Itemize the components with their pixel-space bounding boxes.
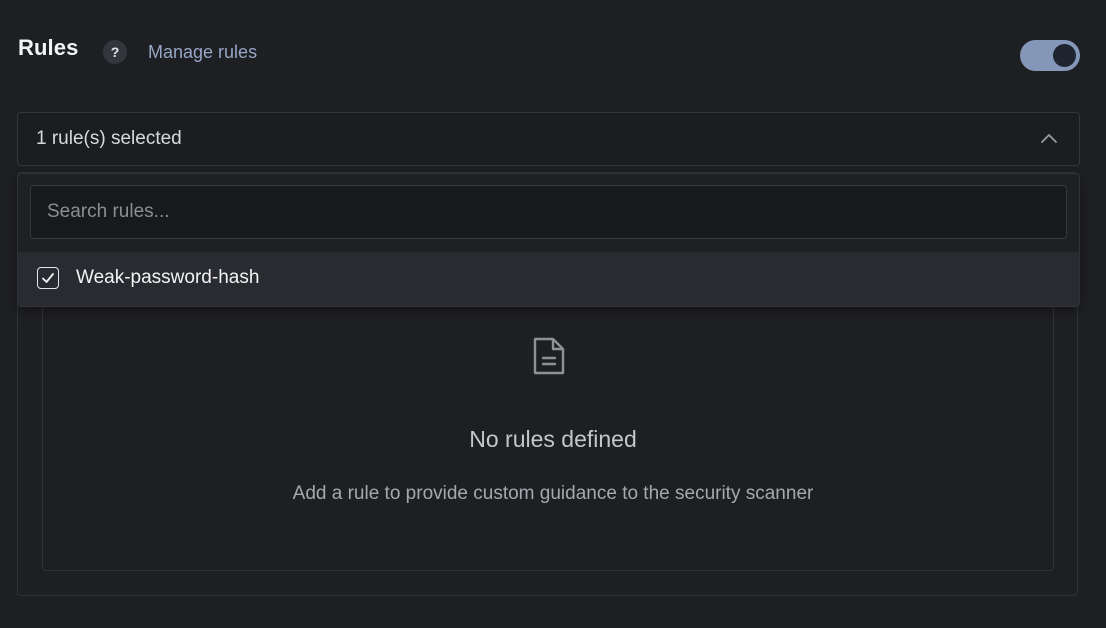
rule-option-label: Weak-password-hash	[76, 267, 260, 288]
manage-rules-link[interactable]: Manage rules	[148, 42, 257, 63]
empty-state-subtitle: Add a rule to provide custom guidance to…	[292, 483, 814, 504]
rule-option[interactable]: Weak-password-hash	[18, 252, 1079, 306]
check-icon	[42, 273, 54, 283]
rule-checkbox[interactable]	[37, 267, 59, 289]
help-icon[interactable]: ?	[103, 40, 127, 64]
toggle-knob	[1053, 44, 1076, 67]
search-rules-input[interactable]	[30, 185, 1067, 239]
rules-enabled-toggle[interactable]	[1020, 40, 1080, 71]
rules-dropdown: Weak-password-hash	[17, 173, 1080, 307]
section-title: Rules	[18, 35, 79, 60]
rules-select-value: 1 rule(s) selected	[36, 128, 182, 149]
rules-select[interactable]: 1 rule(s) selected	[17, 112, 1080, 166]
chevron-up-icon	[1041, 134, 1057, 143]
empty-state-title: No rules defined	[469, 426, 637, 452]
rules-settings-page: Rules ? Manage rules No rules defined Ad…	[0, 0, 1106, 628]
document-icon	[533, 337, 565, 375]
